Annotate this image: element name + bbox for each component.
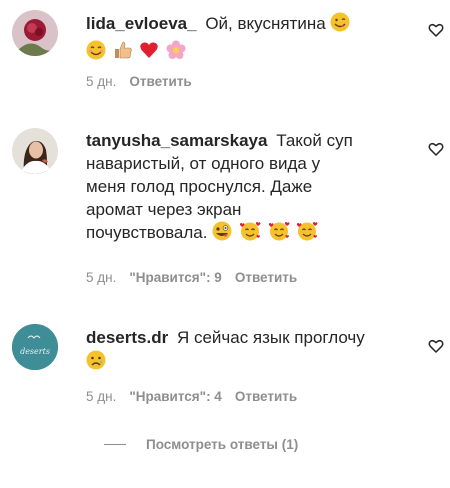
comment-time[interactable]: 5 дн. (86, 74, 116, 89)
avatar-logo-text: deserts (20, 347, 50, 356)
red-heart-emoji (139, 40, 159, 66)
user-avatar-rose (12, 10, 58, 56)
replies-divider (104, 444, 126, 445)
smiling-hearts-emoji (296, 221, 318, 247)
zany-face-emoji (212, 221, 232, 247)
comment-text-line-2: наваристый, от одного вида у (86, 154, 321, 173)
comment-meta: 5 дн. Ответить (86, 74, 192, 89)
smiling-hearts-emoji (239, 221, 261, 247)
thumbs-up-emoji (113, 40, 133, 66)
blossom-emoji (166, 40, 186, 66)
smiling-face-emoji (86, 40, 106, 66)
reply-button[interactable]: Ответить (129, 74, 191, 89)
comment-text-line-3: меня голод проснулся. Даже (86, 177, 313, 196)
avatar[interactable] (12, 10, 58, 56)
face-savoring-emoji (330, 12, 350, 38)
view-replies-label: Посмотреть ответы (1) (146, 437, 299, 452)
reply-button[interactable]: Ответить (235, 270, 297, 285)
likes-count[interactable]: "Нравится": 4 (129, 389, 221, 404)
likes-count[interactable]: "Нравится": 9 (129, 270, 221, 285)
username[interactable]: deserts.dr (86, 328, 168, 347)
comment-body: deserts.dr Я сейчас язык проглочу (86, 326, 404, 376)
reply-button[interactable]: Ответить (235, 389, 297, 404)
like-heart-icon[interactable] (428, 141, 444, 157)
user-avatar-woman (12, 128, 58, 174)
avatar[interactable]: deserts (12, 324, 58, 370)
comment-time[interactable]: 5 дн. (86, 389, 116, 404)
comment-text: Ой, вкуснятина (205, 14, 326, 33)
comment-text-line-1: Такой суп (276, 131, 353, 150)
comment-text-line-4: аромат через экран (86, 200, 242, 219)
sad-face-emoji (86, 350, 106, 376)
avatar[interactable] (12, 128, 58, 174)
view-replies-button[interactable]: Посмотреть ответы (1) (104, 437, 298, 452)
username[interactable]: lida_evloeva_ (86, 14, 197, 33)
brand-logo-avatar: deserts (12, 324, 58, 370)
comment-meta: 5 дн. "Нравится": 9 Ответить (86, 270, 297, 285)
comment-meta: 5 дн. "Нравится": 4 Ответить (86, 389, 297, 404)
like-heart-icon[interactable] (428, 338, 444, 354)
like-heart-icon[interactable] (428, 22, 444, 38)
comment-text-line-5: почувствовала. (86, 223, 208, 242)
comment-time[interactable]: 5 дн. (86, 270, 116, 285)
comment-text: Я сейчас язык проглочу (176, 328, 365, 347)
comment-body: lida_evloeva_ Ой, вкуснятина (86, 12, 404, 66)
username[interactable]: tanyusha_samarskaya (86, 131, 267, 150)
comment-body: tanyusha_samarskaya Такой суп наваристый… (86, 129, 404, 247)
smiling-hearts-emoji (268, 221, 290, 247)
